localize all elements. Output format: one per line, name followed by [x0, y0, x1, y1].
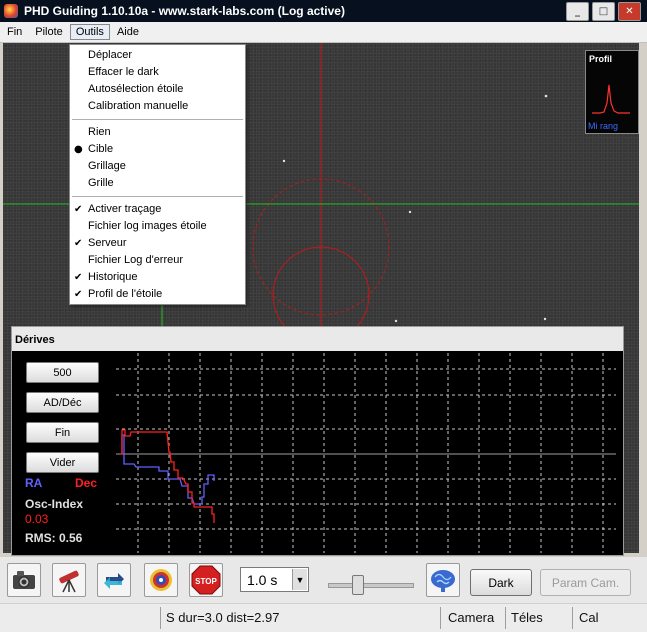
- exposure-value: 1.0 s: [247, 572, 278, 588]
- camera-connect-button[interactable]: [7, 563, 41, 597]
- clear-button[interactable]: Vider: [26, 452, 99, 473]
- length-button[interactable]: 500: [26, 362, 99, 383]
- menu-item-label: Cible: [88, 143, 114, 155]
- menu-item-label: Autosélection étoile: [88, 83, 184, 95]
- menu-item-serveur[interactable]: ✔ Serveur: [70, 235, 245, 252]
- status-divider: [440, 607, 441, 629]
- check-icon: ✔: [74, 238, 83, 249]
- calibration-status: Cal: [579, 610, 599, 625]
- drift-panel: Dérives 500 AD/Déc Fin Vider RA Dec Osc-…: [11, 326, 624, 556]
- window-title: PHD Guiding 1.10.10a - www.stark-labs.co…: [24, 4, 345, 18]
- ra-dec-mode-button[interactable]: AD/Déc: [26, 392, 99, 413]
- menu-item-autoselection[interactable]: Autosélection étoile: [70, 81, 245, 98]
- menu-aide[interactable]: Aide: [111, 24, 145, 40]
- menu-item-label: Historique: [88, 271, 138, 283]
- telescope-connect-button[interactable]: [52, 563, 86, 597]
- rms-value: RMS: 0.56: [25, 531, 83, 545]
- menu-item-label: Fichier Log d'erreur: [88, 254, 184, 266]
- menu-item-label: Grille: [88, 177, 114, 189]
- check-icon: ✔: [74, 204, 83, 215]
- camera-icon: [13, 571, 35, 589]
- menu-item-fichier-log-images[interactable]: Fichier log images étoile: [70, 218, 245, 235]
- osc-index-value: 0.03: [25, 512, 49, 526]
- menu-bar: Fin Pilote Outils Aide: [0, 22, 647, 43]
- menu-item-grille[interactable]: Grille: [70, 175, 245, 192]
- zoom-button[interactable]: Fin: [26, 422, 99, 443]
- status-divider: [505, 607, 506, 629]
- status-divider: [572, 607, 573, 629]
- chevron-down-icon: ▼: [292, 569, 307, 590]
- app-icon: [4, 4, 18, 18]
- status-text: S dur=3.0 dist=2.97: [166, 610, 280, 625]
- menu-fin[interactable]: Fin: [1, 24, 28, 40]
- stop-button[interactable]: STOP: [189, 563, 223, 597]
- check-icon: ✔: [74, 272, 83, 283]
- brain-icon: [431, 570, 455, 592]
- menu-item-grillage[interactable]: Grillage: [70, 158, 245, 175]
- maximize-button[interactable]: □: [592, 2, 615, 21]
- bottom-toolbar: STOP 1.0 s ▼ Dark Param Cam.: [0, 557, 647, 603]
- menu-item-label: Rien: [88, 126, 111, 138]
- menu-item-label: Serveur: [88, 237, 127, 249]
- gamma-slider-thumb[interactable]: [352, 575, 364, 595]
- check-icon: ✔: [74, 289, 83, 300]
- gamma-slider-track[interactable]: [328, 583, 414, 588]
- osc-index-label: Osc-Index: [25, 497, 84, 511]
- camera-status: Camera: [448, 610, 495, 625]
- radio-mark-icon: ●: [74, 144, 83, 155]
- menu-item-label: Déplacer: [88, 49, 133, 61]
- stop-icon: STOP: [191, 565, 221, 595]
- title-bar: PHD Guiding 1.10.10a - www.stark-labs.co…: [0, 0, 647, 22]
- phd-guide-icon: [150, 569, 172, 591]
- menu-separator: [72, 119, 243, 120]
- drift-panel-title: Dérives: [12, 327, 623, 351]
- exposure-select[interactable]: 1.0 s ▼: [240, 567, 309, 592]
- telescope-icon: [59, 570, 79, 593]
- menu-item-label: Profil de l'étoile: [88, 288, 163, 300]
- menu-item-activer-tracage[interactable]: ✔ Activer traçage: [70, 201, 245, 218]
- drift-graph: [116, 353, 616, 553]
- camera-settings-button[interactable]: Param Cam.: [540, 569, 631, 596]
- outils-dropdown: Déplacer Effacer le dark Autosélection é…: [69, 44, 246, 305]
- menu-item-deplacer[interactable]: Déplacer: [70, 47, 245, 64]
- status-divider: [160, 607, 161, 629]
- telescope-status: Téles: [511, 610, 543, 625]
- menu-item-profil-etoile[interactable]: ✔ Profil de l'étoile: [70, 286, 245, 303]
- star-profile-panel: Profil Mi rang: [585, 50, 639, 134]
- profile-mode-label: Mi rang: [588, 121, 619, 131]
- menu-item-label: Activer traçage: [88, 203, 162, 215]
- loop-exposure-button[interactable]: [97, 563, 131, 597]
- menu-item-rien[interactable]: Rien: [70, 124, 245, 141]
- stop-text: STOP: [195, 577, 217, 586]
- minimize-button[interactable]: _: [566, 2, 589, 21]
- menu-item-historique[interactable]: ✔ Historique: [70, 269, 245, 286]
- menu-item-cible[interactable]: ● Cible: [70, 141, 245, 158]
- loop-icon: [104, 573, 124, 589]
- menu-item-label: Effacer le dark: [88, 66, 159, 78]
- guide-button[interactable]: [144, 563, 178, 597]
- menu-pilote[interactable]: Pilote: [29, 24, 69, 40]
- menu-item-label: Grillage: [88, 160, 126, 172]
- menu-outils[interactable]: Outils: [69, 24, 110, 40]
- menu-item-fichier-log-erreur[interactable]: Fichier Log d'erreur: [70, 252, 245, 269]
- status-bar: S dur=3.0 dist=2.97 Camera Téles Cal: [0, 604, 647, 632]
- dark-button[interactable]: Dark: [470, 569, 532, 596]
- close-button[interactable]: ✕: [618, 2, 641, 21]
- menu-item-label: Fichier log images étoile: [88, 220, 207, 232]
- menu-separator: [72, 196, 243, 197]
- menu-item-label: Calibration manuelle: [88, 100, 189, 112]
- dec-legend: Dec: [75, 476, 98, 490]
- brain-settings-button[interactable]: [426, 563, 460, 597]
- ra-legend: RA: [25, 476, 43, 490]
- menu-item-effacer-dark[interactable]: Effacer le dark: [70, 64, 245, 81]
- menu-item-calibration[interactable]: Calibration manuelle: [70, 98, 245, 115]
